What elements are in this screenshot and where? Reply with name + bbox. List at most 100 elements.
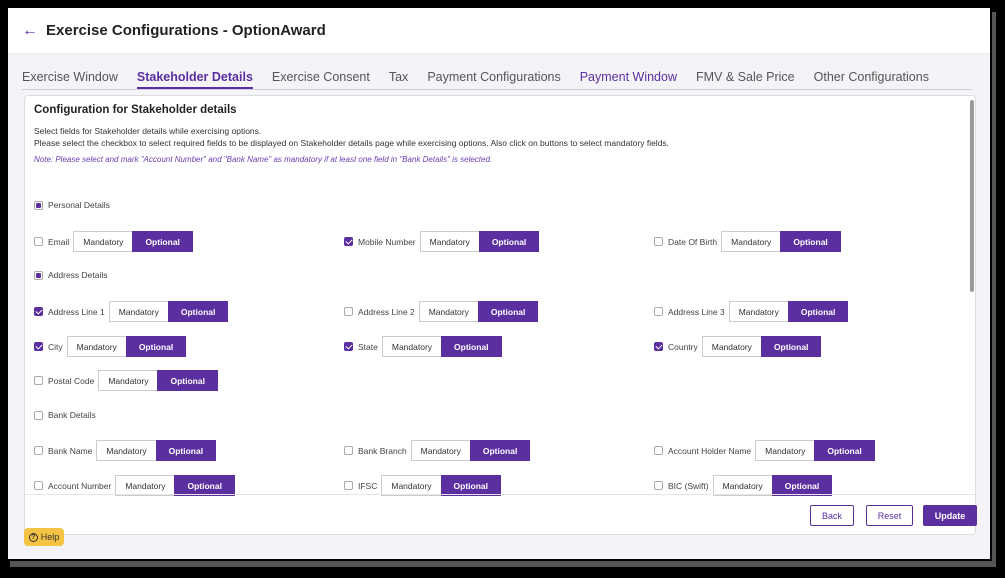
tab-exercise-window[interactable]: Exercise Window [22, 70, 118, 89]
mandatory-button[interactable]: Mandatory [108, 301, 168, 322]
config-desc-2: Please select the checkbox to select req… [34, 138, 670, 148]
optional-button[interactable]: Optional [477, 301, 539, 322]
field-checkbox[interactable] [34, 481, 43, 490]
mandatory-optional-toggle: Mandatory Optional [419, 231, 540, 252]
tab-other-configurations[interactable]: Other Configurations [814, 70, 929, 89]
field-address-line-1: Address Line 1 Mandatory Optional [34, 301, 229, 322]
field-checkbox[interactable] [344, 307, 353, 316]
tab-stakeholder-details[interactable]: Stakeholder Details [136, 70, 253, 89]
field-country: Country Mandatory Optional [654, 336, 822, 357]
section-label: Personal Details [48, 200, 110, 210]
optional-button[interactable]: Optional [771, 475, 833, 496]
optional-button[interactable]: Optional [814, 440, 875, 461]
section-checkbox[interactable] [34, 410, 43, 420]
back-button[interactable]: Back [810, 505, 854, 526]
app-window: ← Exercise Configurations - OptionAward … [6, 6, 992, 561]
field-account-holder-name: Account Holder Name Mandatory Optional [654, 440, 875, 461]
field-checkbox[interactable] [34, 342, 43, 351]
optional-button[interactable]: Optional [441, 336, 502, 357]
field-checkbox[interactable] [654, 446, 663, 455]
mandatory-optional-toggle: Mandatory Optional [66, 336, 187, 357]
mandatory-button[interactable]: Mandatory [419, 231, 479, 252]
mandatory-button[interactable]: Mandatory [381, 475, 441, 496]
help-button[interactable]: ? Help [24, 528, 64, 546]
optional-button[interactable]: Optional [440, 475, 502, 496]
mandatory-optional-toggle: Mandatory Optional [755, 440, 875, 461]
mandatory-button[interactable]: Mandatory [410, 440, 470, 461]
section-label: Address Details [48, 270, 108, 280]
field-checkbox[interactable] [34, 237, 43, 246]
field-checkbox[interactable] [654, 481, 663, 490]
tab-tax[interactable]: Tax [389, 70, 408, 89]
section-personal-details[interactable]: Personal Details [34, 200, 110, 210]
tab-exercise-consent[interactable]: Exercise Consent [272, 70, 370, 89]
optional-button[interactable]: Optional [760, 336, 822, 357]
optional-button[interactable]: Optional [155, 440, 217, 461]
field-bank-branch: Bank Branch Mandatory Optional [344, 440, 531, 461]
mandatory-optional-toggle: Mandatory Optional [381, 475, 502, 496]
field-checkbox[interactable] [34, 376, 43, 385]
field-label: Postal Code [48, 375, 95, 386]
field-checkbox[interactable] [654, 342, 663, 351]
mandatory-button[interactable]: Mandatory [721, 231, 781, 252]
field-checkbox[interactable] [654, 307, 663, 316]
optional-button[interactable]: Optional [125, 336, 187, 357]
field-label: IFSC [358, 480, 378, 491]
mandatory-optional-toggle: Mandatory Optional [418, 301, 539, 322]
field-checkbox[interactable] [344, 342, 353, 351]
mandatory-button[interactable]: Mandatory [73, 231, 133, 252]
field-label: Bank Name [48, 445, 93, 456]
mandatory-button[interactable]: Mandatory [712, 475, 772, 496]
optional-button[interactable]: Optional [787, 301, 849, 322]
tab-payment-window[interactable]: Payment Window [580, 70, 677, 89]
field-checkbox[interactable] [344, 481, 353, 490]
back-arrow-icon[interactable]: ← [22, 22, 38, 40]
config-scroll-area[interactable]: Configuration for Stakeholder details Se… [25, 96, 969, 496]
section-address-details[interactable]: Address Details [34, 270, 108, 280]
page-title: Exercise Configurations - OptionAward [46, 22, 326, 39]
field-account-number: Account Number Mandatory Optional [34, 475, 235, 496]
tab-fmv-sale-price[interactable]: FMV & Sale Price [696, 70, 795, 89]
tab-payment-configurations[interactable]: Payment Configurations [427, 70, 560, 89]
mandatory-optional-toggle: Mandatory Optional [410, 440, 531, 461]
field-label: Bank Branch [358, 445, 407, 456]
reset-button[interactable]: Reset [866, 505, 913, 526]
optional-button[interactable]: Optional [167, 301, 229, 322]
update-button[interactable]: Update [923, 505, 977, 526]
optional-button[interactable]: Optional [157, 370, 218, 391]
vertical-scrollbar[interactable] [970, 100, 974, 292]
mandatory-button[interactable]: Mandatory [755, 440, 815, 461]
mandatory-button[interactable]: Mandatory [115, 475, 175, 496]
field-email: Email Mandatory Optional [34, 231, 193, 252]
field-checkbox[interactable] [654, 237, 663, 246]
field-checkbox[interactable] [344, 237, 353, 246]
field-bank-name: Bank Name Mandatory Optional [34, 440, 217, 461]
section-bank-details[interactable]: Bank Details [34, 410, 96, 420]
mandatory-button[interactable]: Mandatory [728, 301, 788, 322]
optional-button[interactable]: Optional [132, 231, 193, 252]
mandatory-optional-toggle: Mandatory Optional [721, 231, 841, 252]
mandatory-button[interactable]: Mandatory [66, 336, 126, 357]
mandatory-button[interactable]: Mandatory [96, 440, 156, 461]
optional-button[interactable]: Optional [780, 231, 841, 252]
optional-button[interactable]: Optional [478, 231, 540, 252]
field-checkbox[interactable] [34, 446, 43, 455]
mandatory-button[interactable]: Mandatory [381, 336, 442, 357]
optional-button[interactable]: Optional [174, 475, 235, 496]
field-date-of-birth: Date Of Birth Mandatory Optional [654, 231, 841, 252]
section-checkbox[interactable] [34, 270, 43, 280]
field-address-line-2: Address Line 2 Mandatory Optional [344, 301, 539, 322]
config-desc-1: Select fields for Stakeholder details wh… [34, 126, 262, 136]
optional-button[interactable]: Optional [469, 440, 531, 461]
mandatory-button[interactable]: Mandatory [701, 336, 761, 357]
mandatory-button[interactable]: Mandatory [98, 370, 158, 391]
mandatory-optional-toggle: Mandatory Optional [712, 475, 833, 496]
field-label: Mobile Number [358, 236, 416, 247]
field-city: City Mandatory Optional [34, 336, 187, 357]
mandatory-button[interactable]: Mandatory [418, 301, 478, 322]
config-card: Configuration for Stakeholder details Se… [24, 95, 977, 535]
field-checkbox[interactable] [34, 307, 43, 316]
field-checkbox[interactable] [344, 446, 353, 455]
mandatory-optional-toggle: Mandatory Optional [381, 336, 502, 357]
section-checkbox[interactable] [34, 200, 43, 210]
